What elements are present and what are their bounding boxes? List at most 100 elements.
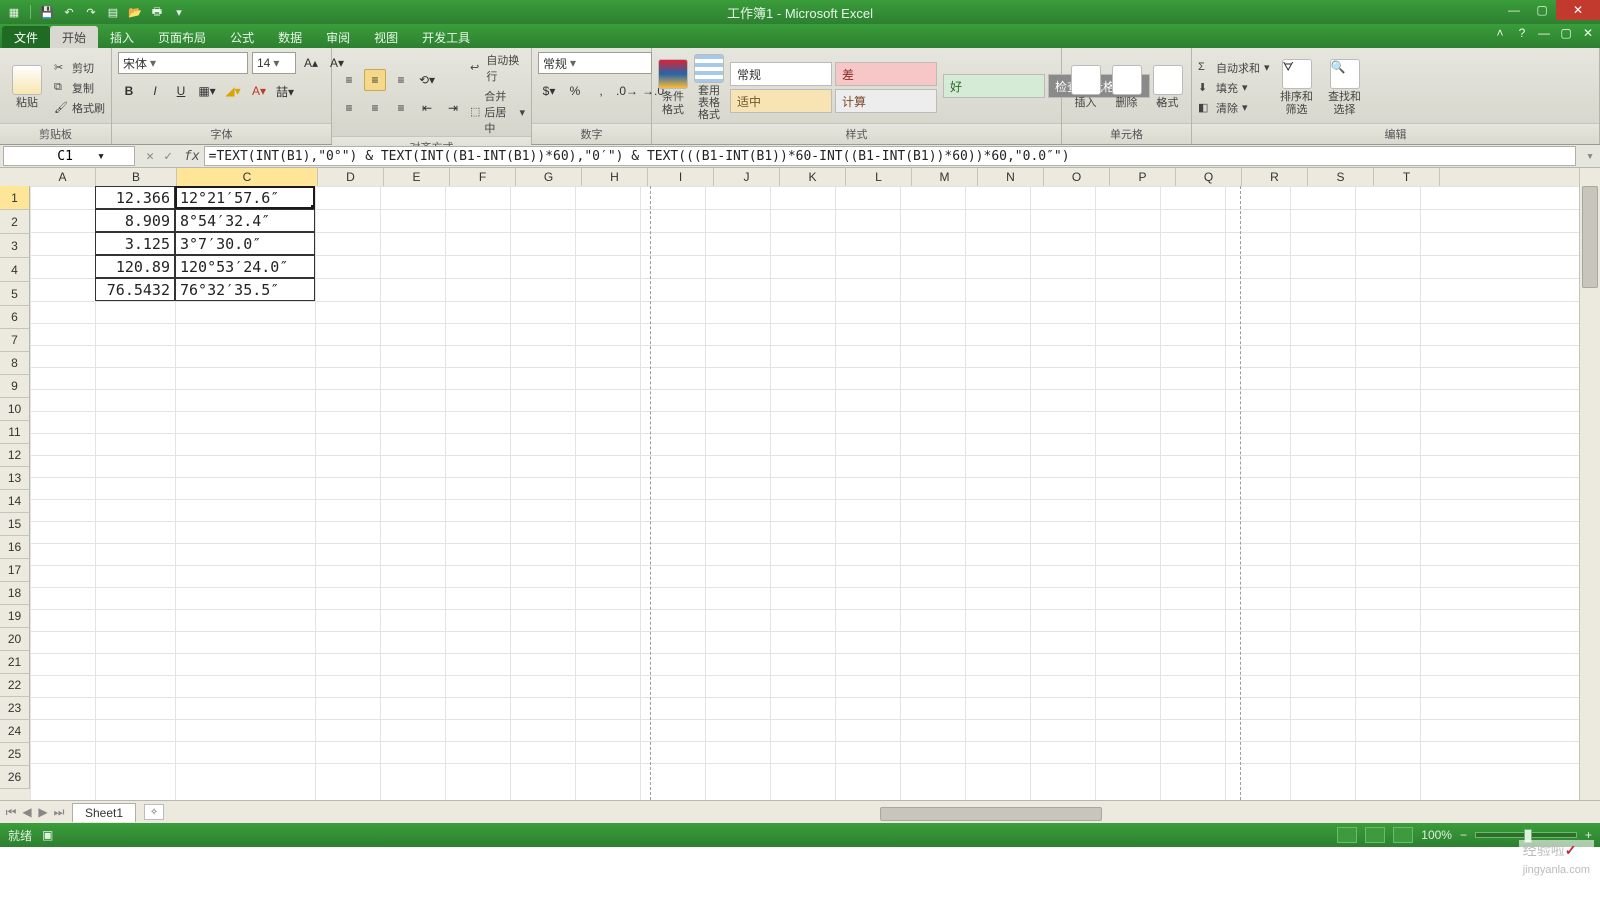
data-cell[interactable]: 8°54′32.4″ xyxy=(175,209,315,232)
row-header[interactable]: 11 xyxy=(0,421,30,444)
style-bad[interactable]: 差 xyxy=(835,62,937,86)
print-icon[interactable]: 🖶 xyxy=(149,4,165,20)
align-bottom-button[interactable]: ≡ xyxy=(390,69,412,91)
column-header[interactable]: L xyxy=(846,168,912,187)
find-select-button[interactable]: 🔍查找和选择 xyxy=(1324,54,1366,122)
wrap-text-button[interactable]: ↩自动换行 xyxy=(470,52,525,84)
phonetic-button[interactable]: 喆▾ xyxy=(274,80,296,102)
data-cell[interactable]: 120°53′24.0″ xyxy=(175,255,315,278)
align-center-button[interactable]: ≡ xyxy=(364,97,386,119)
cell-styles-gallery[interactable]: 常规 差 适中 计算 xyxy=(730,62,937,113)
indent-dec-button[interactable]: ⇤ xyxy=(416,97,438,119)
row-header[interactable]: 2 xyxy=(0,210,30,234)
cancel-formula-icon[interactable]: ✕ xyxy=(142,149,158,164)
sheet-tab-active[interactable]: Sheet1 xyxy=(72,803,136,822)
row-header[interactable]: 22 xyxy=(0,674,30,697)
indent-inc-button[interactable]: ⇥ xyxy=(442,97,464,119)
column-header[interactable]: G xyxy=(516,168,582,187)
tab-file[interactable]: 文件 xyxy=(2,26,50,48)
row-header[interactable]: 8 xyxy=(0,352,30,375)
painter-button[interactable]: 🖌格式刷 xyxy=(54,100,105,116)
enter-formula-icon[interactable]: ✓ xyxy=(160,149,176,164)
fill-color-button[interactable]: ◢▾ xyxy=(222,80,244,102)
insert-sheet-button[interactable]: ✧ xyxy=(144,804,164,820)
row-header[interactable]: 7 xyxy=(0,329,30,352)
font-size-combo[interactable]: 14▾ xyxy=(252,52,296,74)
horizontal-scroll-thumb[interactable] xyxy=(880,807,1102,821)
conditional-format-button[interactable]: 条件格式 xyxy=(658,54,688,122)
tab-layout[interactable]: 页面布局 xyxy=(146,26,218,48)
window-restore-icon[interactable]: ▢ xyxy=(1558,26,1574,40)
data-cell[interactable]: 3°7′30.0″ xyxy=(175,232,315,255)
zoom-slider[interactable] xyxy=(1475,832,1577,838)
window-minimize-icon[interactable]: — xyxy=(1536,26,1552,40)
increase-decimal-button[interactable]: .0→ xyxy=(616,80,638,102)
data-cell[interactable]: 12°21′57.6″ xyxy=(175,186,315,209)
fx-icon[interactable]: fx xyxy=(180,149,204,164)
row-header[interactable]: 19 xyxy=(0,605,30,628)
row-header[interactable]: 1 xyxy=(0,186,30,210)
data-cell[interactable]: 8.909 xyxy=(95,209,175,232)
column-header[interactable]: H xyxy=(582,168,648,187)
merge-center-button[interactable]: ⬚合并后居中▾ xyxy=(470,88,525,136)
data-cell[interactable]: 76°32′35.5″ xyxy=(175,278,315,301)
help-icon[interactable]: ? xyxy=(1514,26,1530,40)
row-header[interactable]: 25 xyxy=(0,743,30,766)
number-format-combo[interactable]: 常规▾ xyxy=(538,52,652,74)
tab-developer[interactable]: 开发工具 xyxy=(410,26,482,48)
orientation-button[interactable]: ⟲▾ xyxy=(416,69,438,91)
column-header[interactable]: O xyxy=(1044,168,1110,187)
table-format-button[interactable]: 套用 表格格式 xyxy=(694,54,724,122)
row-header[interactable]: 15 xyxy=(0,513,30,536)
row-header[interactable]: 4 xyxy=(0,258,30,282)
column-header[interactable]: C xyxy=(177,168,318,187)
insert-cells-button[interactable]: 插入 xyxy=(1068,54,1103,122)
fill-button[interactable]: ⬇填充▾ xyxy=(1198,80,1270,96)
column-header[interactable]: J xyxy=(714,168,780,187)
sort-filter-button[interactable]: ᗊ排序和筛选 xyxy=(1276,54,1318,122)
grow-font-button[interactable]: A▴ xyxy=(300,52,322,74)
column-header[interactable]: S xyxy=(1308,168,1374,187)
zoom-out-button[interactable]: − xyxy=(1460,828,1467,842)
align-middle-button[interactable]: ≡ xyxy=(364,69,386,91)
column-header[interactable]: D xyxy=(318,168,384,187)
save-icon[interactable]: 💾 xyxy=(39,4,55,20)
dropdown-icon[interactable]: ▾ xyxy=(171,4,187,20)
style-good[interactable]: 好 xyxy=(943,74,1045,98)
data-cell[interactable]: 3.125 xyxy=(95,232,175,255)
row-header[interactable]: 6 xyxy=(0,306,30,329)
close-button[interactable]: ✕ xyxy=(1556,0,1600,20)
row-header[interactable]: 14 xyxy=(0,490,30,513)
align-top-button[interactable]: ≡ xyxy=(338,69,360,91)
sheet-nav-next-icon[interactable]: ▶ xyxy=(36,805,50,820)
data-cell[interactable]: 12.366 xyxy=(95,186,175,209)
format-cells-button[interactable]: 格式 xyxy=(1150,54,1185,122)
row-header[interactable]: 3 xyxy=(0,234,30,258)
column-header[interactable]: I xyxy=(648,168,714,187)
fill-handle[interactable] xyxy=(311,205,315,209)
data-cell[interactable]: 76.5432 xyxy=(95,278,175,301)
column-header[interactable]: K xyxy=(780,168,846,187)
column-header[interactable]: R xyxy=(1242,168,1308,187)
align-right-button[interactable]: ≡ xyxy=(390,97,412,119)
row-header[interactable]: 23 xyxy=(0,697,30,720)
sheet-nav-prev-icon[interactable]: ◀ xyxy=(20,805,34,820)
undo-icon[interactable]: ↶ xyxy=(61,4,77,20)
vertical-scrollbar[interactable] xyxy=(1579,168,1600,800)
align-left-button[interactable]: ≡ xyxy=(338,97,360,119)
currency-button[interactable]: $▾ xyxy=(538,80,560,102)
window-close-icon[interactable]: ✕ xyxy=(1580,26,1596,40)
restore-button[interactable]: ▢ xyxy=(1528,0,1556,20)
sheet-nav-first-icon[interactable]: ⏮ xyxy=(4,805,18,820)
row-header[interactable]: 20 xyxy=(0,628,30,651)
vertical-scroll-thumb[interactable] xyxy=(1582,186,1598,288)
expand-formula-icon[interactable]: ▾ xyxy=(1580,149,1600,164)
border-button[interactable]: ▦▾ xyxy=(196,80,218,102)
row-header[interactable]: 16 xyxy=(0,536,30,559)
tab-view[interactable]: 视图 xyxy=(362,26,410,48)
row-header[interactable]: 9 xyxy=(0,375,30,398)
delete-cells-button[interactable]: 删除 xyxy=(1109,54,1144,122)
row-header[interactable]: 10 xyxy=(0,398,30,421)
column-header[interactable]: P xyxy=(1110,168,1176,187)
column-header[interactable]: F xyxy=(450,168,516,187)
